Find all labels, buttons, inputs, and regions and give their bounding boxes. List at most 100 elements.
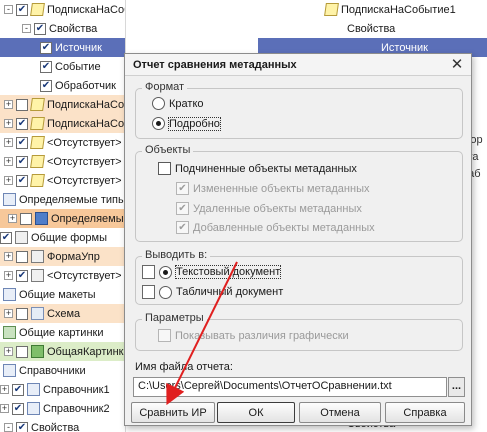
checkbox-checked-icon[interactable]: ✔ <box>12 383 24 396</box>
checkbox-icon <box>158 162 171 175</box>
changed-objects-checkbox[interactable]: ✔ Измененные объекты метаданных <box>176 182 369 195</box>
left-tree-row[interactable]: + Схема <box>0 304 125 323</box>
left-tree-row[interactable]: -✔ ПодпискаНаСобытие1 <box>0 0 125 19</box>
document-icon <box>324 3 339 16</box>
left-tree-row[interactable]: Справочники <box>0 361 125 380</box>
left-tree-row[interactable]: + ОпределяемыйТип <box>0 209 125 228</box>
doc-icon <box>30 3 45 16</box>
format-detailed-radio[interactable]: Подробно <box>152 116 221 131</box>
expand-icon[interactable]: + <box>4 252 13 261</box>
help-button[interactable]: Справка <box>385 402 465 423</box>
form-icon <box>31 250 44 263</box>
close-icon[interactable]: ✕ <box>449 57 465 73</box>
checkbox-checked-icon[interactable]: ✔ <box>40 41 52 54</box>
left-tree-row-selected[interactable]: ✔ Источник <box>0 38 125 57</box>
dialog-titlebar[interactable]: Отчет сравнения метаданных ✕ <box>125 54 471 76</box>
left-tree-row[interactable]: Общие макеты <box>0 285 125 304</box>
left-tree-row[interactable]: ✔ Общие формы <box>0 228 125 247</box>
checkbox-checked-icon[interactable]: ✔ <box>16 421 28 432</box>
browse-file-button[interactable]: ... <box>448 377 465 397</box>
left-tree-row[interactable]: Общие картинки <box>0 323 125 342</box>
format-group: Формат Кратко Подробно <box>135 81 463 139</box>
checkbox-checked-icon[interactable]: ✔ <box>12 402 24 415</box>
ok-button[interactable]: ОК <box>217 402 295 423</box>
left-tree-row-label: Событие <box>55 60 101 73</box>
checkbox-checked-icon: ✔ <box>176 221 189 234</box>
expand-icon[interactable]: + <box>4 119 13 128</box>
left-tree-row-label: Общие макеты <box>19 288 96 301</box>
left-tree-row[interactable]: + ✔ <Отсутствует> <box>0 133 125 152</box>
checkbox-checked-icon[interactable]: ✔ <box>16 155 28 168</box>
added-objects-checkbox[interactable]: ✔ Добавленные объекты метаданных <box>176 221 375 234</box>
expand-icon[interactable]: + <box>4 309 13 318</box>
subordinate-objects-checkbox[interactable]: Подчиненные объекты метаданных <box>158 162 357 175</box>
picture-icon <box>3 326 16 339</box>
checkbox-checked-icon[interactable]: ✔ <box>16 3 28 16</box>
expand-icon[interactable]: + <box>4 347 13 356</box>
expand-icon[interactable]: + <box>4 157 13 166</box>
cancel-button[interactable]: Отмена <box>299 402 381 423</box>
left-tree-row[interactable]: + ✔ <Отсутствует> <box>0 266 125 285</box>
collapse-icon[interactable]: - <box>4 5 13 14</box>
right-tree-row[interactable]: Свойства <box>258 19 487 38</box>
left-tree-row[interactable]: - ✔ Свойства <box>0 19 125 38</box>
checkbox-checked-icon[interactable]: ✔ <box>40 60 52 73</box>
radio-selected-icon <box>152 117 165 130</box>
left-tree-row-label: ОбщаяКартинка <box>47 345 126 358</box>
checkbox-icon[interactable] <box>20 212 32 225</box>
expand-icon[interactable]: + <box>0 385 9 394</box>
checkbox-checked-icon[interactable]: ✔ <box>16 174 28 187</box>
show-graphical-diff-checkbox[interactable]: Показывать различия графически <box>158 329 349 342</box>
deleted-objects-label: Удаленные объекты метаданных <box>193 202 362 215</box>
checkbox-checked-icon[interactable]: ✔ <box>40 79 52 92</box>
expand-icon[interactable]: + <box>0 404 9 413</box>
left-tree-row[interactable]: + ✔ Справочник2 <box>0 399 125 418</box>
checkbox-checked-icon[interactable]: ✔ <box>0 231 12 244</box>
format-brief-radio[interactable]: Кратко <box>152 97 204 110</box>
expand-icon[interactable]: + <box>8 214 17 223</box>
checkbox-icon[interactable] <box>16 345 28 358</box>
checkbox-icon[interactable] <box>16 98 28 111</box>
right-tree-row-label: Свойства <box>347 22 396 35</box>
left-tree-row[interactable]: + ПодпискаНаСобытие2 <box>0 95 125 114</box>
checkbox-checked-icon[interactable]: ✔ <box>16 269 28 282</box>
left-tree-row[interactable]: + ✔ <Отсутствует> <box>0 152 125 171</box>
left-tree-row[interactable]: + ФормаУпр <box>0 247 125 266</box>
left-tree-row[interactable]: + ОбщаяКартинка <box>0 342 125 361</box>
expand-icon[interactable]: + <box>4 271 13 280</box>
left-metadata-tree[interactable]: -✔ПодпискаНаСобытие1-✔Свойства✔Источник✔… <box>0 0 126 432</box>
left-tree-row[interactable]: + ✔ Справочник1 <box>0 380 125 399</box>
expand-icon[interactable]: + <box>4 138 13 147</box>
left-tree-row[interactable]: + ✔ <Отсутствует> <box>0 171 125 190</box>
collapse-icon[interactable]: - <box>4 423 13 432</box>
left-tree-row-label: <Отсутствует> <box>47 155 122 168</box>
left-tree-row[interactable]: ✔ Событие <box>0 57 125 76</box>
right-tree-row[interactable]: ПодпискаНаСобытие1 <box>258 0 487 19</box>
checkbox-checked-icon[interactable]: ✔ <box>16 117 28 130</box>
table-icon <box>27 402 40 415</box>
blue-icon <box>35 212 48 225</box>
spreadsheet-document-icon <box>142 285 155 299</box>
expand-icon[interactable]: + <box>4 100 13 109</box>
collapse-icon[interactable]: - <box>22 24 31 33</box>
output-text-radio[interactable]: Текстовый документ <box>142 265 282 279</box>
output-text-label: Текстовый документ <box>174 265 282 279</box>
expand-icon[interactable]: + <box>4 176 13 185</box>
scheme-icon <box>31 307 44 320</box>
compare-ir-button[interactable]: Сравнить ИР <box>131 402 215 423</box>
radio-icon <box>152 97 165 110</box>
output-spreadsheet-radio[interactable]: Табличный документ <box>142 285 283 299</box>
left-tree-row[interactable]: ✔ Обработчик <box>0 76 125 95</box>
checkbox-icon[interactable] <box>16 307 28 320</box>
left-tree-row[interactable]: - ✔ Свойства <box>0 418 125 432</box>
subordinate-objects-label: Подчиненные объекты метаданных <box>175 162 357 175</box>
right-tree-row-label: ПодпискаНаСобытие1 <box>341 3 456 16</box>
left-tree-row[interactable]: Определяемые типы <box>0 190 125 209</box>
checkbox-checked-icon[interactable]: ✔ <box>16 136 28 149</box>
left-tree-row-label: <Отсутствует> <box>47 269 122 282</box>
checkbox-checked-icon[interactable]: ✔ <box>34 22 46 35</box>
checkbox-icon[interactable] <box>16 250 28 263</box>
left-tree-row[interactable]: +✔ ПодпискаНаСобытие3 <box>0 114 125 133</box>
report-file-input[interactable]: C:\Users\Сергей\Documents\ОтчетОСравнени… <box>133 377 447 397</box>
deleted-objects-checkbox[interactable]: ✔ Удаленные объекты метаданных <box>176 202 362 215</box>
